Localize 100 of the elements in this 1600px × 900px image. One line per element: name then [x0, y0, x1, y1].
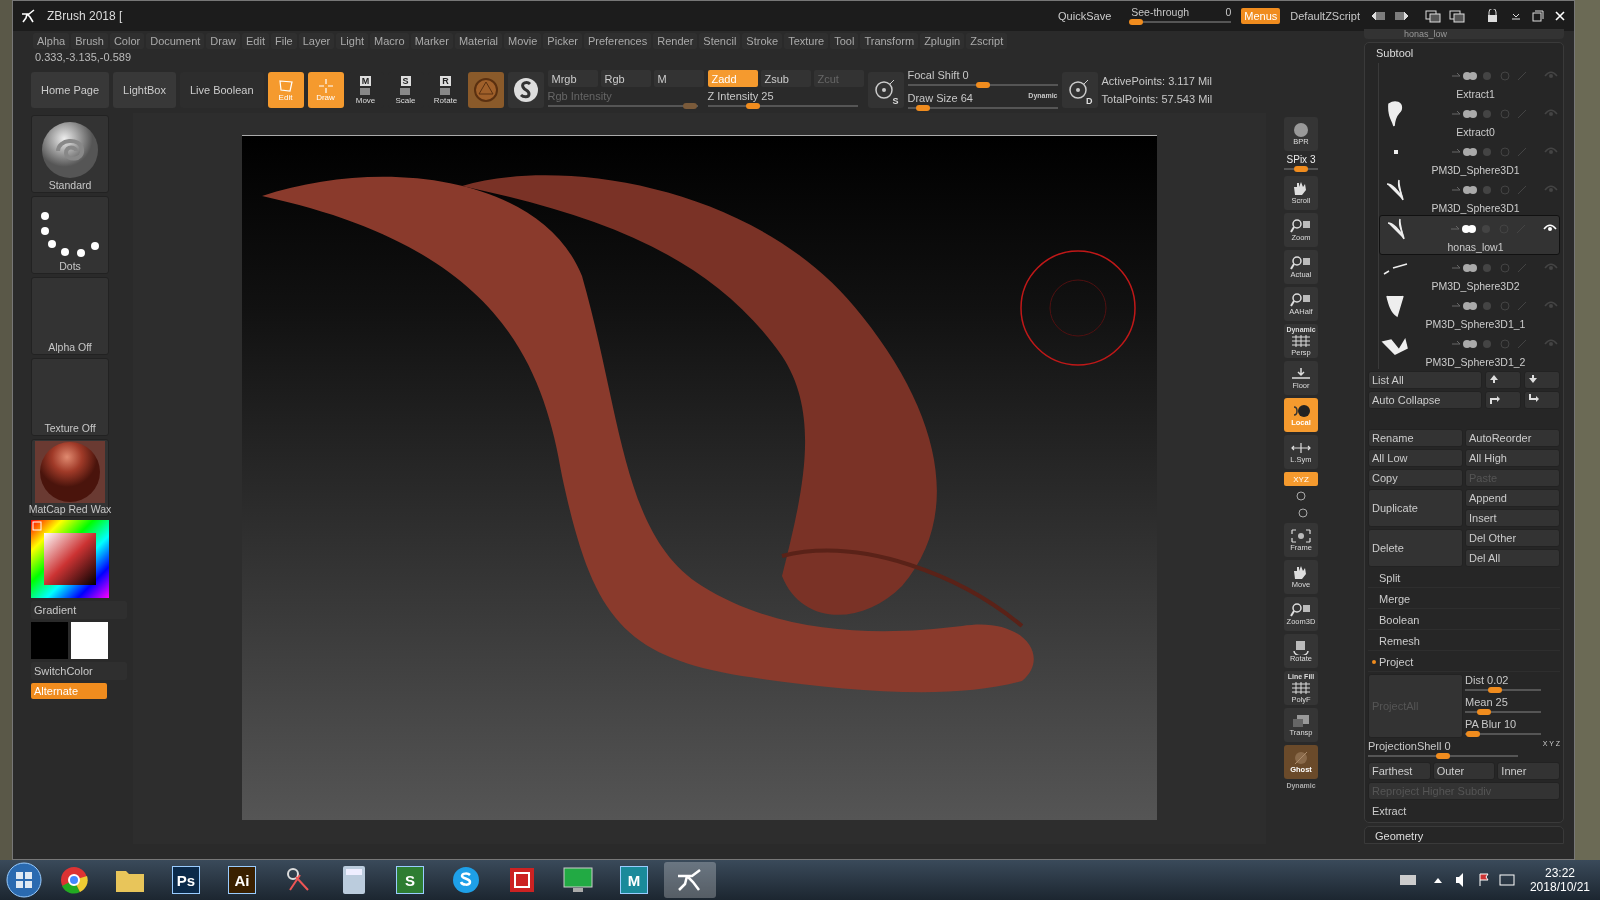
subtool-item[interactable]: honas_low1 [1379, 215, 1560, 255]
menu-item[interactable]: Zplugin [920, 33, 965, 49]
subtool-item[interactable]: PM3D_Sphere3D2 [1379, 255, 1560, 293]
up-arrow-button[interactable] [1485, 371, 1521, 389]
material-thumbnail[interactable]: MatCap Red Wax [31, 439, 109, 517]
sculpt-mode-button[interactable]: Zsub [760, 70, 811, 87]
projection-mode-button[interactable]: Inner [1497, 762, 1560, 780]
shelf-button[interactable]: LightBox [113, 72, 176, 108]
slider-thumb[interactable] [975, 81, 990, 88]
slider-track[interactable] [1465, 730, 1541, 738]
color-mode-button[interactable]: Mrgb [547, 70, 598, 87]
menu-item[interactable]: Draw [206, 33, 240, 49]
empty-thumbnail[interactable]: Texture Off [31, 358, 109, 436]
subtool-item[interactable]: PM3D_Sphere3D1 [1379, 139, 1560, 177]
menu-item[interactable]: Movie [504, 33, 542, 49]
shelf-button[interactable]: Home Page [31, 72, 110, 108]
eye-icon[interactable] [1543, 224, 1557, 234]
auto-collapse-button[interactable]: Auto Collapse [1368, 391, 1482, 409]
subtool-action-button[interactable]: AutoReorder [1465, 429, 1560, 447]
list-all-button[interactable]: List All [1368, 371, 1482, 389]
color-mode-button[interactable]: Rgb [600, 70, 651, 87]
secondary-color-swatch[interactable] [71, 622, 108, 659]
menu-item[interactable]: Picker [543, 33, 582, 49]
slider-thumb[interactable] [1477, 709, 1491, 715]
empty-thumbnail[interactable]: Alpha Off [31, 277, 109, 355]
menu-item[interactable]: Stroke [742, 33, 783, 49]
slider-track[interactable] [1131, 18, 1232, 26]
slider-track[interactable] [1368, 752, 1518, 760]
subtool-item[interactable]: PM3D_Sphere3D1_1 [1379, 293, 1560, 331]
slider-thumb[interactable] [745, 103, 760, 109]
menu-item[interactable]: Transform [860, 33, 919, 49]
turn-arrow-button[interactable] [1485, 391, 1521, 409]
menu-item[interactable]: Stencil [699, 33, 741, 49]
menu-item[interactable]: Color [109, 33, 145, 49]
slider-thumb[interactable] [1488, 687, 1503, 693]
section-header[interactable]: Project [1368, 653, 1560, 672]
menu-item[interactable]: Light [336, 33, 369, 49]
slider-thumb[interactable] [1294, 166, 1308, 172]
taskbar-app-button[interactable]: Ps [160, 862, 212, 898]
subtool-action-button[interactable]: Del All [1465, 549, 1560, 567]
menu-item[interactable]: Layer [298, 33, 335, 49]
subtool-item[interactable]: Extract0 [1379, 101, 1560, 139]
sphere-s-icon[interactable] [512, 77, 539, 103]
menu-item[interactable]: Document [146, 33, 205, 49]
turn-arrow-button[interactable] [1524, 391, 1560, 409]
menu-item[interactable]: Render [653, 33, 698, 49]
taskbar-app-button[interactable] [664, 862, 716, 898]
projection-mode-button[interactable]: Outer [1432, 762, 1496, 780]
axis-rotate-icon[interactable] [1294, 489, 1308, 503]
section-header[interactable]: Remesh [1368, 632, 1560, 651]
slider-thumb[interactable] [1436, 753, 1450, 759]
taskbar-app-button[interactable]: S [384, 862, 436, 898]
menu-item[interactable]: Macro [370, 33, 409, 49]
slider-track[interactable] [1465, 686, 1541, 694]
projection-mode-button[interactable]: Farthest [1368, 762, 1431, 780]
menu-item[interactable]: Brush [71, 33, 108, 49]
primary-color-swatch[interactable] [31, 622, 68, 659]
menu-item[interactable]: Marker [410, 33, 453, 49]
close-icon[interactable] [1554, 10, 1566, 22]
subtool-action-button[interactable]: Duplicate [1368, 489, 1463, 527]
taskbar-app-button[interactable]: Ai [216, 862, 268, 898]
subtool-action-button[interactable]: All High [1465, 449, 1560, 467]
subtool-action-button[interactable]: Copy [1368, 469, 1463, 487]
quicksave-button[interactable]: QuickSave [1048, 6, 1122, 26]
switch-color-button[interactable]: SwitchColor [31, 662, 127, 680]
start-button[interactable] [4, 860, 44, 900]
subtool-action-button[interactable]: Del Other [1465, 529, 1560, 547]
section-header[interactable]: Split [1368, 569, 1560, 588]
brush-thumbnail[interactable]: Standard [31, 115, 109, 193]
menu-item[interactable]: Tool [830, 33, 859, 49]
subtool-action-button[interactable]: Rename [1368, 429, 1463, 447]
document-viewport[interactable] [242, 135, 1157, 820]
slider-thumb[interactable] [1465, 731, 1480, 737]
slider-track[interactable] [547, 102, 698, 110]
menu-item[interactable]: Texture [784, 33, 829, 49]
section-header[interactable]: Extract [1368, 802, 1560, 820]
menu-item[interactable]: Edit [242, 33, 269, 49]
subtool-item[interactable]: PM3D_Sphere3D1 [1379, 177, 1560, 215]
subtool-action-button[interactable]: All Low [1368, 449, 1463, 467]
subtool-action-button[interactable]: Append [1465, 489, 1560, 507]
taskbar-app-button[interactable]: M [608, 862, 660, 898]
gradient-label[interactable]: Gradient [31, 601, 127, 619]
maximize-icon[interactable] [1532, 10, 1544, 22]
section-header[interactable]: Boolean [1368, 611, 1560, 630]
menu-item[interactable]: Preferences [583, 33, 652, 49]
section-header[interactable]: Merge [1368, 590, 1560, 609]
subtool-item[interactable]: PM3D_Sphere3D1_2 [1379, 331, 1560, 369]
subtool-action-button[interactable]: Delete [1368, 529, 1463, 567]
color-mode-button[interactable]: M [653, 70, 704, 87]
menu-item[interactable]: Zscript [966, 33, 1008, 49]
subtool-action-button[interactable]: Insert [1465, 509, 1560, 527]
down-arrow-button[interactable] [1524, 371, 1560, 389]
menu-item[interactable]: Material [454, 33, 502, 49]
menu-item[interactable]: File [270, 33, 297, 49]
slider-track[interactable] [1465, 708, 1541, 716]
slider-thumb[interactable] [915, 104, 930, 111]
menu-item[interactable]: Alpha [33, 33, 70, 49]
subtool-item[interactable]: Extract1 [1379, 63, 1560, 101]
color-picker[interactable] [31, 520, 109, 598]
slider-thumb[interactable] [1129, 19, 1144, 25]
